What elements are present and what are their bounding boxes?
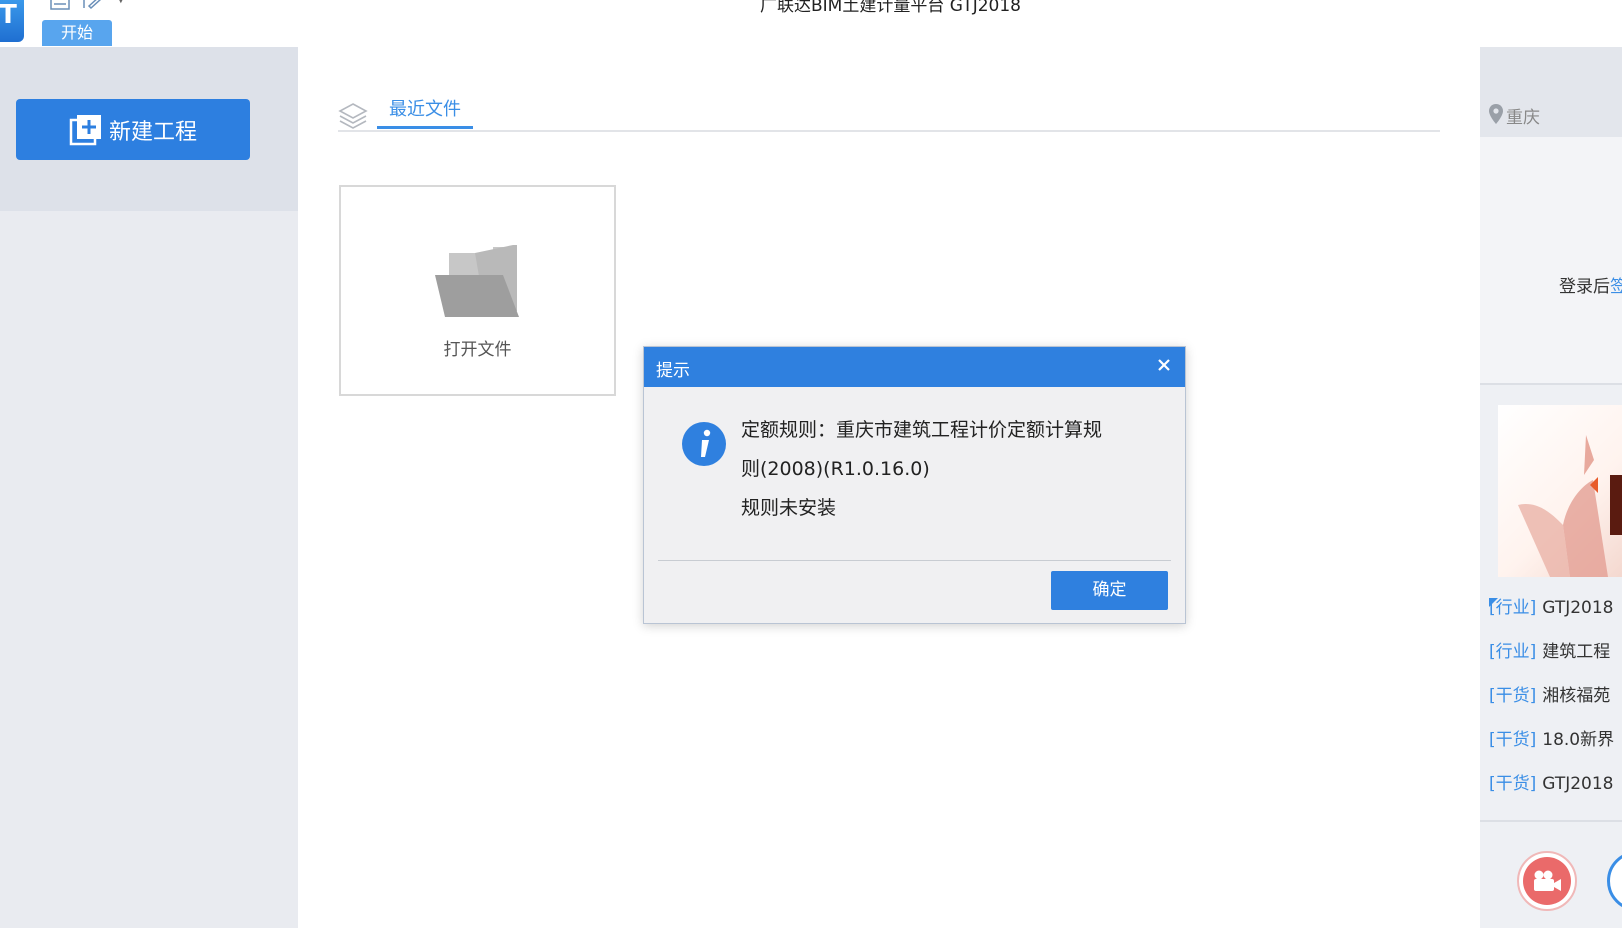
save-icon[interactable]	[50, 0, 70, 10]
news-item[interactable]: [干货] 湘核福苑	[1489, 684, 1622, 728]
dialog-message-line: 则(2008)(R1.0.16.0)	[741, 458, 930, 480]
news-item[interactable]: [行业] 建筑工程	[1489, 640, 1622, 684]
open-file-card[interactable]: 打开文件	[339, 185, 616, 396]
location-pin-icon	[1489, 104, 1503, 124]
open-file-label: 打开文件	[443, 340, 512, 360]
app-title: 广联达BIM土建计量平台 GTJ2018	[760, 0, 1021, 16]
banner-figure-icon	[1518, 435, 1622, 577]
news-divider	[1480, 383, 1622, 385]
video-button[interactable]	[1517, 851, 1577, 911]
quick-access-dropdown-icon[interactable]: ▼	[117, 0, 125, 5]
close-icon[interactable]	[1153, 354, 1175, 376]
alert-dialog: 提示 定额规则：重庆市建筑工程计价定额计算规 则(2008)(R1.0.16.0…	[643, 346, 1186, 624]
tab-divider	[338, 130, 1440, 132]
dialog-message: 定额规则：重庆市建筑工程计价定额计算规 则(2008)(R1.0.16.0) 规…	[741, 411, 1151, 528]
login-area	[1480, 137, 1622, 383]
tab-recent-files[interactable]: 最近文件	[377, 97, 473, 129]
sidebar-body	[0, 211, 298, 928]
login-prompt: 登录后签	[1559, 272, 1622, 297]
dialog-header: 提示	[644, 347, 1185, 387]
folder-icon	[435, 245, 519, 317]
dialog-title: 提示	[656, 361, 690, 381]
dialog-separator	[658, 560, 1171, 561]
video-camera-icon	[1523, 857, 1571, 905]
promo-banner[interactable]	[1498, 405, 1622, 577]
bottom-divider	[1480, 820, 1622, 822]
tab-start[interactable]: 开始	[42, 20, 112, 46]
dialog-message-line: 规则未安装	[741, 497, 837, 519]
login-prefix: 登录后	[1559, 277, 1610, 297]
news-item[interactable]: [行业] GTJ2018	[1489, 596, 1622, 640]
title-bar: T ▼ 开始 广联达BIM土建计量平台 GTJ2018	[0, 0, 1622, 47]
news-item[interactable]: [干货] 18.0新界	[1489, 728, 1622, 772]
dialog-message-line: 定额规则：重庆市建筑工程计价定额计算规	[741, 419, 1103, 441]
new-project-icon	[69, 114, 101, 145]
ok-button[interactable]: 确定	[1051, 571, 1168, 610]
layers-icon	[338, 103, 368, 129]
login-link[interactable]: 签	[1610, 277, 1622, 297]
location-label[interactable]: 重庆	[1506, 103, 1540, 128]
edit-icon[interactable]	[82, 0, 102, 10]
news-item[interactable]: [干货] GTJ2018	[1489, 772, 1622, 816]
new-project-label: 新建工程	[108, 119, 197, 145]
info-icon	[682, 422, 726, 466]
new-project-button[interactable]: 新建工程	[16, 99, 250, 160]
news-list: [行业] GTJ2018 [行业] 建筑工程 [干货] 湘核福苑 [干货] 18.0新界…	[1489, 596, 1622, 816]
app-logo-icon[interactable]: T	[0, 0, 24, 42]
